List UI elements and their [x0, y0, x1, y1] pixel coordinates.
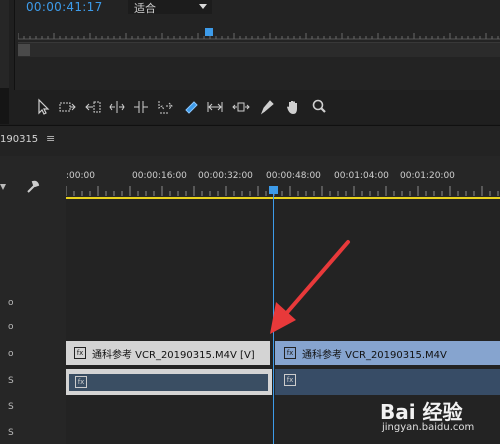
panel-menu-icon[interactable]: ≡: [46, 132, 55, 145]
ruler-tick-label: :00:00: [66, 171, 95, 181]
fx-badge: fx: [284, 347, 296, 359]
pen-tool-icon[interactable]: [258, 98, 276, 116]
monitor-scroll-bar[interactable]: [18, 42, 500, 57]
monitor-timecode[interactable]: 00:00:41:17: [26, 0, 103, 14]
ruler-tick-label: 00:00:48:00: [266, 171, 321, 181]
playhead-handle[interactable]: [269, 186, 278, 194]
monitor-playhead[interactable]: [205, 28, 213, 36]
track-label: o: [8, 322, 14, 332]
ruler-tick-label: 00:00:32:00: [198, 171, 253, 181]
tools-panel: [14, 92, 500, 122]
audio-clip-body: fx: [69, 374, 268, 391]
clip-label: 通科参考 VCR_20190315.M4V: [302, 350, 447, 361]
ruler-tick-label: 00:01:04:00: [334, 171, 389, 181]
track-label: S: [8, 402, 14, 412]
left-panel-strip-lower: [0, 88, 9, 124]
rolling-edit-tool-icon[interactable]: [108, 98, 126, 116]
rate-stretch-tool-icon[interactable]: [132, 98, 150, 116]
video-clip-1[interactable]: fx 通科参考 VCR_20190315.M4V [V]: [66, 341, 270, 365]
razor-tool-icon[interactable]: [182, 98, 200, 116]
track-label: o: [8, 298, 14, 308]
hand-tool-icon[interactable]: [284, 98, 302, 116]
annotation-arrow: [270, 240, 350, 334]
audio-clip-2[interactable]: fx: [275, 369, 500, 395]
video-clip-2[interactable]: fx 通科参考 VCR_20190315.M4V: [275, 341, 500, 365]
ruler-tick-label: 00:01:20:00: [400, 171, 455, 181]
zoom-tool-icon[interactable]: [310, 98, 328, 116]
wrench-icon[interactable]: [26, 180, 40, 194]
fx-badge: fx: [75, 376, 87, 388]
ripple-edit-tool-icon[interactable]: [84, 98, 102, 116]
watermark-logo-text: Bai 经验: [380, 400, 463, 424]
timeline-header-controls: [0, 156, 66, 206]
watermark-url: jingyan.baidu.com: [382, 422, 475, 433]
track-label: S: [8, 428, 14, 438]
fit-zoom-select[interactable]: 适合: [128, 0, 212, 15]
selection-tool-icon[interactable]: [34, 98, 52, 116]
track-label: S: [8, 376, 14, 386]
ruler-ticks: [66, 186, 499, 196]
fit-select-value: 适合: [134, 2, 156, 15]
track-label: o: [8, 349, 14, 359]
slip-tool-icon[interactable]: [206, 98, 224, 116]
clip-label: 通科参考 VCR_20190315.M4V [V]: [92, 350, 255, 361]
scroll-handle[interactable]: [18, 44, 30, 56]
monitor-mini-ruler[interactable]: [18, 32, 500, 40]
razor-select-tool-icon[interactable]: [156, 98, 174, 116]
fx-badge: fx: [74, 347, 86, 359]
baidu-watermark: Bai 经验 jingyan.baidu.com: [380, 396, 500, 444]
chevron-down-icon: [199, 4, 207, 9]
left-panel-strip: [0, 0, 9, 88]
fx-badge: fx: [284, 374, 296, 386]
ruler-tick-label: 00:00:16:00: [132, 171, 187, 181]
track-select-tool-icon[interactable]: [58, 98, 76, 116]
track-headers: o o o S S S: [0, 206, 66, 444]
slide-tool-icon[interactable]: [232, 98, 250, 116]
sequence-tab[interactable]: 190315: [0, 134, 38, 145]
audio-clip-1[interactable]: fx: [66, 369, 272, 395]
snap-marker-icon[interactable]: [0, 182, 8, 192]
timeline-panel-header: 190315 ≡: [0, 125, 500, 156]
timeline-time-ruler[interactable]: :00:00 00:00:16:00 00:00:32:00 00:00:48:00 0…: [66, 156, 500, 198]
